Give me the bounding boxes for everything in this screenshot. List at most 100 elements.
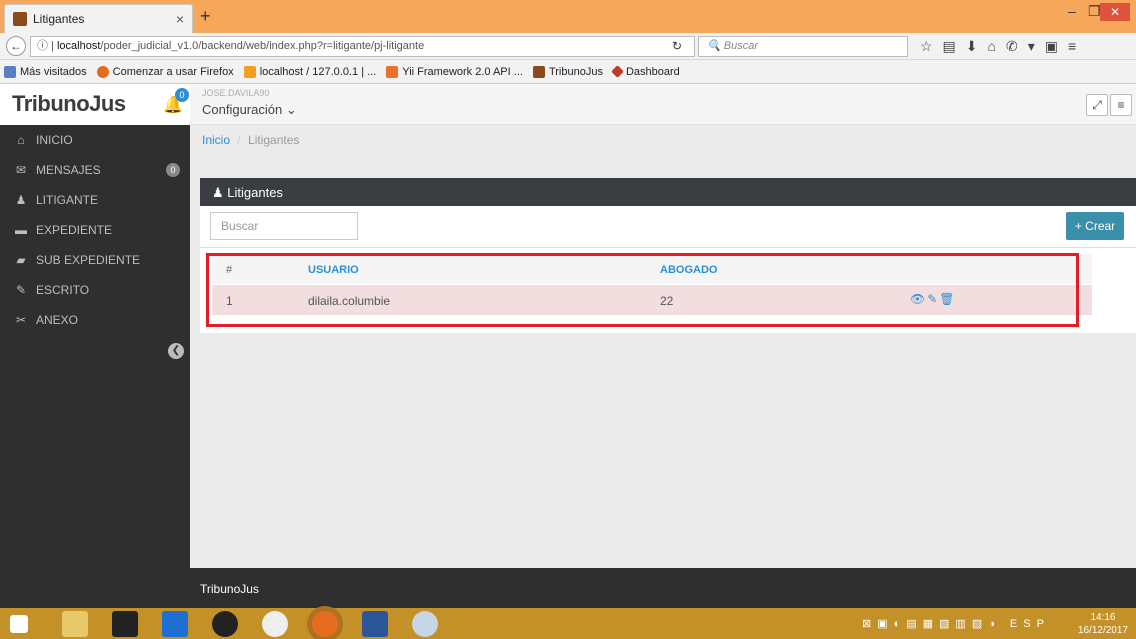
taskbar: ⊠▣◐▤▦▨▥▧◑ ESP 14:16 16/12/2017 — [0, 608, 1136, 639]
yii-icon — [386, 65, 399, 78]
save-icon[interactable] — [162, 611, 188, 637]
language-indicator[interactable]: ESP — [1010, 618, 1050, 630]
sidebar-item-label: ANEXO — [36, 313, 79, 327]
bookmark-label: Comenzar a usar Firefox — [112, 65, 234, 78]
browser-search-input[interactable]: 🔍 Buscar — [698, 36, 908, 57]
create-button[interactable]: + Crear — [1066, 212, 1124, 240]
sidebar-item-label: INICIO — [36, 133, 73, 147]
bookmark-item[interactable]: TribunoJus — [532, 65, 603, 78]
browser-toolbar-icons[interactable]: ☆▤⬇⌂✆▾▣≡ — [920, 38, 1086, 55]
footer: TribunoJus — [190, 568, 1136, 608]
windows-start-icon[interactable] — [10, 615, 28, 633]
envelope-icon: ✉ — [15, 163, 27, 177]
sidebar-item-expediente[interactable]: ▬ EXPEDIENTE — [0, 215, 190, 245]
search-input[interactable]: Buscar — [210, 212, 358, 240]
breadcrumb: Inicio / Litigantes — [202, 133, 299, 147]
breadcrumb-home[interactable]: Inicio — [202, 133, 230, 147]
app-header: TribunoJus 🔔 0 JOSE.DAVILA90 Configuraci… — [0, 84, 1136, 125]
sidebar: ⌂ INICIO ✉ MENSAJES 0 ♟ LITIGANTE ▬ EXPEDIENT… — [0, 125, 190, 568]
sidebar-item-mensajes[interactable]: ✉ MENSAJES 0 — [0, 155, 190, 185]
messages-badge: 0 — [166, 163, 180, 177]
bookmark-label: TribunoJus — [548, 65, 603, 78]
new-tab-button[interactable]: + — [200, 6, 211, 27]
word-icon[interactable] — [362, 611, 388, 637]
bookmark-label: Más visitados — [20, 65, 87, 78]
url-path: /poder_judicial_v1.0/backend/web/index.p… — [100, 40, 425, 52]
bookmark-item[interactable]: localhost / 127.0.0.1 | ... — [243, 65, 377, 78]
sidebar-item-escrito[interactable]: ✎ ESCRITO — [0, 275, 190, 305]
system-tray-icons[interactable]: ⊠▣◐▤▦▨▥▧◑ ESP — [862, 617, 1050, 630]
breadcrumb-current: Litigantes — [248, 133, 300, 147]
sidebar-item-label: SUB EXPEDIENTE — [36, 253, 141, 267]
minimize-icon[interactable]: – — [1068, 3, 1076, 19]
divider — [200, 247, 1136, 248]
bookmark-item[interactable]: Dashboard — [611, 65, 680, 78]
browser-search-placeholder: Buscar — [723, 40, 759, 52]
paperclip-icon: ✂ — [15, 313, 27, 327]
home-icon: ⌂ — [17, 133, 25, 147]
close-window-icon[interactable]: ✕ — [1100, 3, 1130, 21]
footer-text: TribunoJus — [200, 582, 259, 596]
bookmark-icon — [4, 65, 16, 78]
breadcrumb-separator: / — [237, 133, 241, 147]
app-icon[interactable] — [212, 611, 238, 637]
folder-open-icon: ▰ — [16, 253, 26, 267]
bookmark-item[interactable]: Yii Framework 2.0 API ... — [386, 65, 523, 78]
main-content: Inicio / Litigantes ♟ Litigantes Buscar … — [190, 125, 1136, 568]
sidebar-item-label: EXPEDIENTE — [36, 223, 113, 237]
sidebar-item-sub-expediente[interactable]: ▰ SUB EXPEDIENTE — [0, 245, 190, 275]
close-tab-icon[interactable]: × — [176, 11, 184, 27]
paint-icon[interactable] — [412, 611, 438, 637]
address-bar[interactable]: ⓘ | localhost/poder_judicial_v1.0/backen… — [30, 36, 695, 57]
file-explorer-icon[interactable] — [62, 611, 88, 637]
phpmyadmin-icon — [243, 65, 256, 78]
dashboard-icon — [611, 65, 624, 78]
clock-time: 14:16 — [1090, 612, 1116, 623]
browser-tab[interactable]: Litigantes × — [4, 4, 193, 33]
edit-icon: ✎ — [15, 283, 27, 297]
bookmark-label: Yii Framework 2.0 API ... — [402, 65, 523, 78]
panel-title: Litigantes — [227, 185, 283, 200]
search-placeholder: Buscar — [221, 219, 259, 233]
maximize-icon[interactable]: ❐ — [1088, 3, 1101, 20]
highlight-box — [206, 253, 1079, 327]
bookmarks-bar: Más visitados Comenzar a usar Firefox lo… — [0, 60, 1136, 84]
command-prompt-icon[interactable] — [112, 611, 138, 637]
clock-date: 16/12/2017 — [1077, 625, 1128, 636]
back-button[interactable]: ← — [6, 36, 26, 56]
browser-tab-bar: Litigantes × + – ❐ ✕ — [0, 0, 1136, 33]
username: JOSE.DAVILA90 — [202, 88, 270, 98]
folder-icon: ▬ — [15, 223, 27, 237]
panel-header: ♟ Litigantes — [200, 178, 1136, 206]
firefox-icon — [96, 65, 109, 78]
tribunojus-icon — [532, 65, 545, 78]
bookmark-item[interactable]: Más visitados — [4, 65, 87, 78]
favicon-icon — [13, 12, 27, 26]
url-host: localhost — [56, 40, 101, 52]
clock[interactable]: 14:16 16/12/2017 — [1078, 611, 1128, 637]
notification-badge: 0 — [175, 88, 189, 102]
user-icon: ♟ — [15, 193, 27, 207]
sidebar-item-inicio[interactable]: ⌂ INICIO — [0, 125, 190, 155]
reload-icon[interactable]: ↻ — [672, 39, 682, 53]
sidebar-item-anexo[interactable]: ✂ ANEXO — [0, 305, 190, 335]
tab-title: Litigantes — [33, 12, 85, 26]
browser-nav-bar: ← ⓘ | localhost/poder_judicial_v1.0/back… — [0, 33, 1136, 60]
brand-text: TribunoJus — [12, 91, 126, 116]
config-dropdown[interactable]: Configuración ⌄ — [202, 102, 297, 118]
bookmark-label: Dashboard — [625, 65, 680, 78]
sidebar-item-label: MENSAJES — [36, 163, 101, 177]
user-icon: ♟ — [212, 185, 228, 200]
sidebar-item-litigante[interactable]: ♟ LITIGANTE — [0, 185, 190, 215]
bookmark-item[interactable]: Comenzar a usar Firefox — [96, 65, 234, 78]
bookmark-label: localhost / 127.0.0.1 | ... — [259, 65, 377, 78]
brand-logo[interactable]: TribunoJus — [0, 84, 190, 125]
sidebar-item-label: ESCRITO — [36, 283, 90, 297]
footer-left — [0, 568, 190, 608]
app-icon[interactable] — [262, 611, 288, 637]
collapse-sidebar-icon[interactable]: ❮ — [168, 343, 184, 359]
fullscreen-button[interactable]: ⤢ — [1086, 94, 1108, 116]
firefox-icon[interactable] — [312, 611, 338, 637]
menu-button[interactable]: ≡ — [1110, 94, 1132, 116]
sidebar-item-label: LITIGANTE — [36, 193, 99, 207]
